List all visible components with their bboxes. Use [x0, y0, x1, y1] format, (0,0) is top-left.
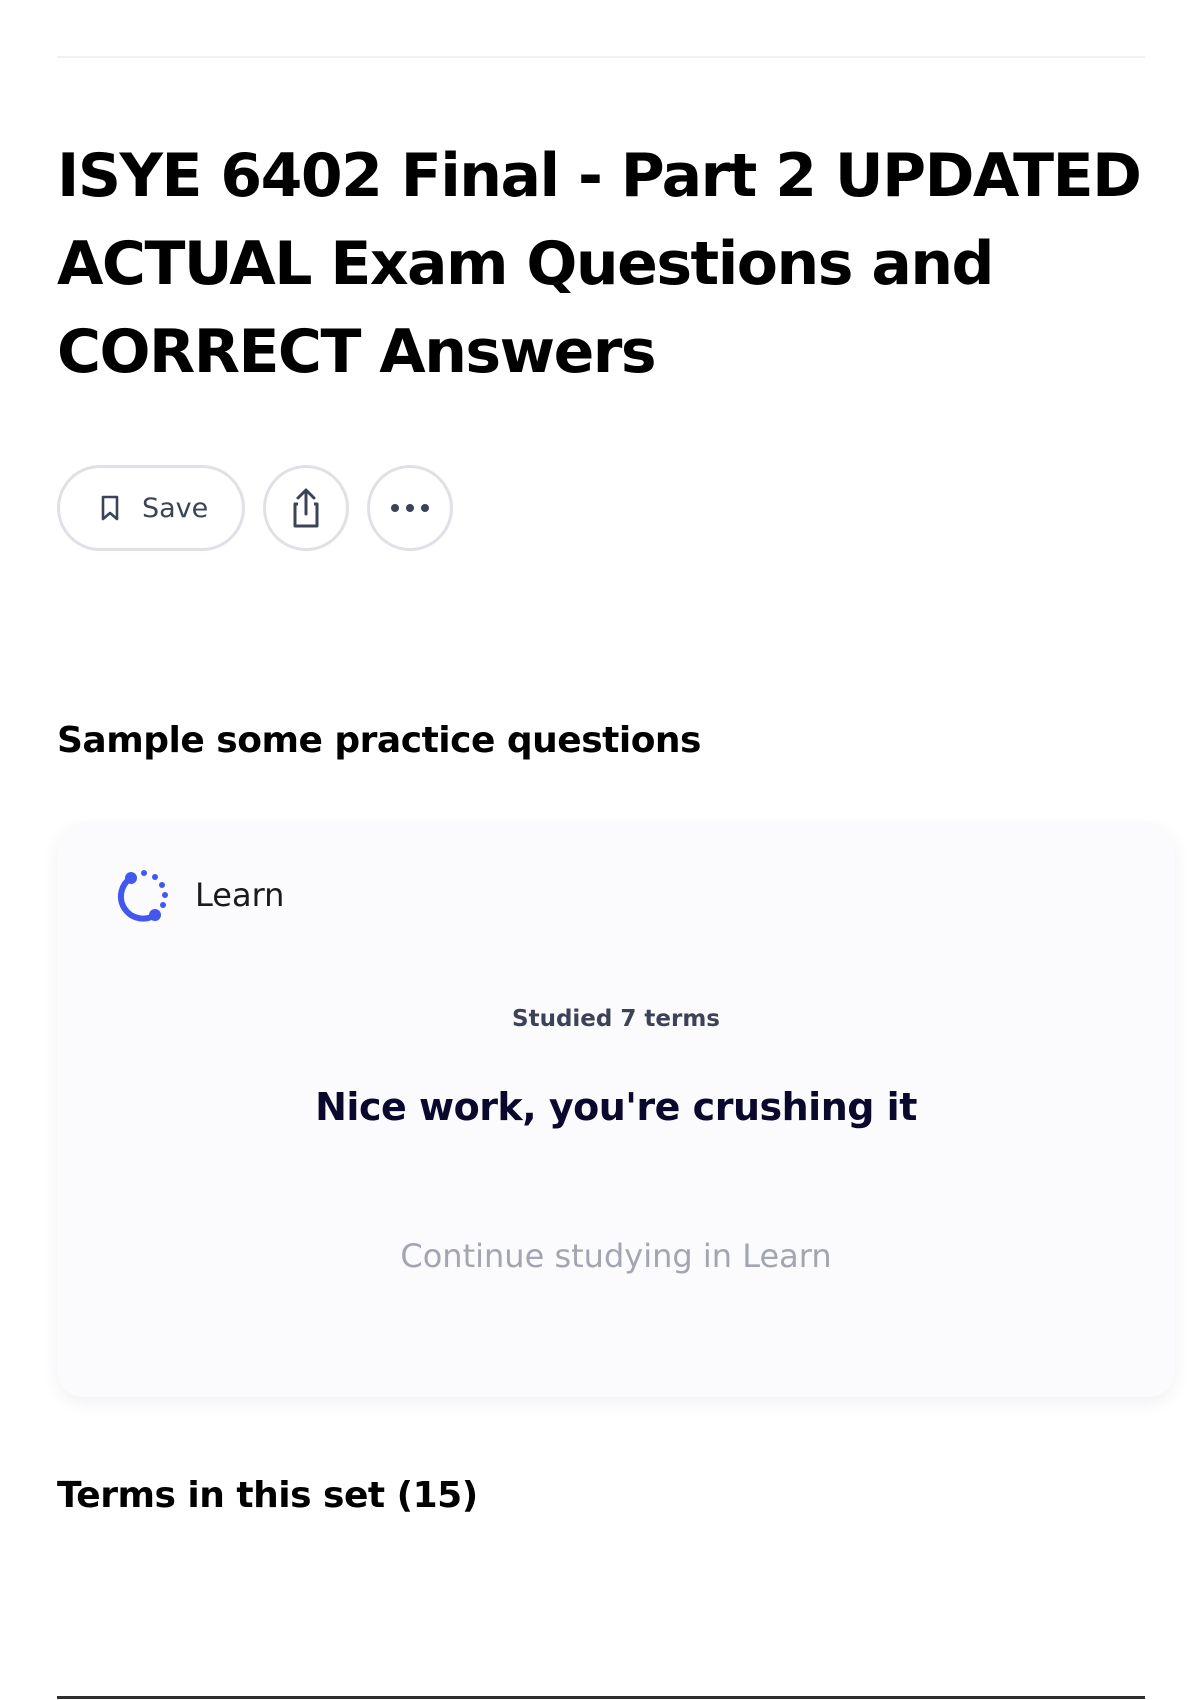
save-button[interactable]: Save [57, 465, 245, 551]
practice-heading: Sample some practice questions [57, 720, 702, 761]
set-actions: Save [57, 465, 453, 551]
learn-mode-header: Learn [111, 863, 284, 927]
learn-mode-label: Learn [195, 876, 285, 914]
share-button[interactable] [263, 465, 349, 551]
top-divider [57, 56, 1145, 58]
more-icon [389, 503, 431, 513]
terms-heading: Terms in this set (15) [57, 1475, 478, 1516]
learn-icon [111, 863, 175, 927]
bookmark-icon [98, 494, 122, 522]
studied-count: Studied 7 terms [512, 1006, 720, 1032]
page-title: ISYE 6402 Final - Part 2 UPDATED ACTUAL … [57, 141, 1142, 387]
share-icon [286, 486, 326, 530]
encouragement-message: Nice work, you're crushing it [315, 1085, 917, 1129]
more-options-button[interactable] [367, 465, 453, 551]
save-label: Save [142, 492, 209, 524]
continue-learn-link[interactable]: Continue studying in Learn [57, 1237, 1175, 1275]
bottom-divider [57, 1696, 1145, 1699]
learn-card: Learn Studied 7 terms Nice work, you're … [57, 823, 1175, 1397]
